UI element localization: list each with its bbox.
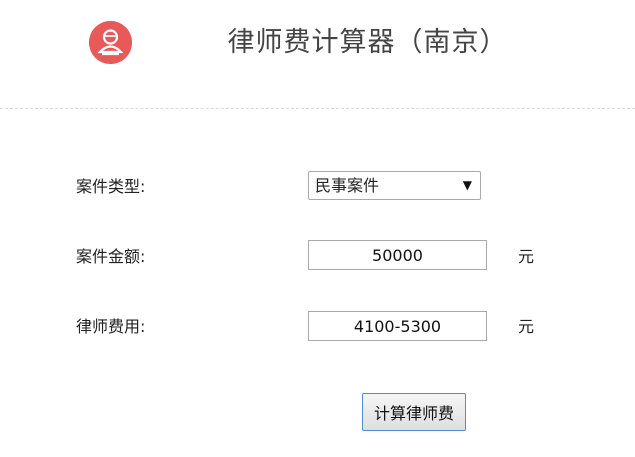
case-amount-label: 案件金额: [76, 247, 146, 266]
dropdown-arrow-icon: ▼ [462, 178, 472, 192]
lawyer-avatar-icon [89, 21, 132, 64]
case-type-label: 案件类型: [76, 177, 146, 196]
case-type-select[interactable]: 民事案件 ▼ [308, 171, 481, 200]
case-amount-unit: 元 [518, 247, 535, 266]
case-type-selected-value: 民事案件 [315, 176, 380, 195]
calculate-fee-button[interactable]: 计算律师费 [362, 393, 466, 431]
lawyer-fee-unit: 元 [518, 317, 535, 336]
lawyer-fee-output[interactable] [308, 311, 487, 341]
lawyer-fee-label: 律师费用: [76, 317, 146, 336]
calculator-page: 律师费计算器（南京） 案件类型: 民事案件 ▼ 案件金额: 元 律师费用: 元 … [0, 0, 635, 457]
case-amount-input[interactable] [308, 240, 487, 270]
page-title: 律师费计算器（南京） [227, 27, 508, 58]
header-divider [0, 108, 635, 109]
